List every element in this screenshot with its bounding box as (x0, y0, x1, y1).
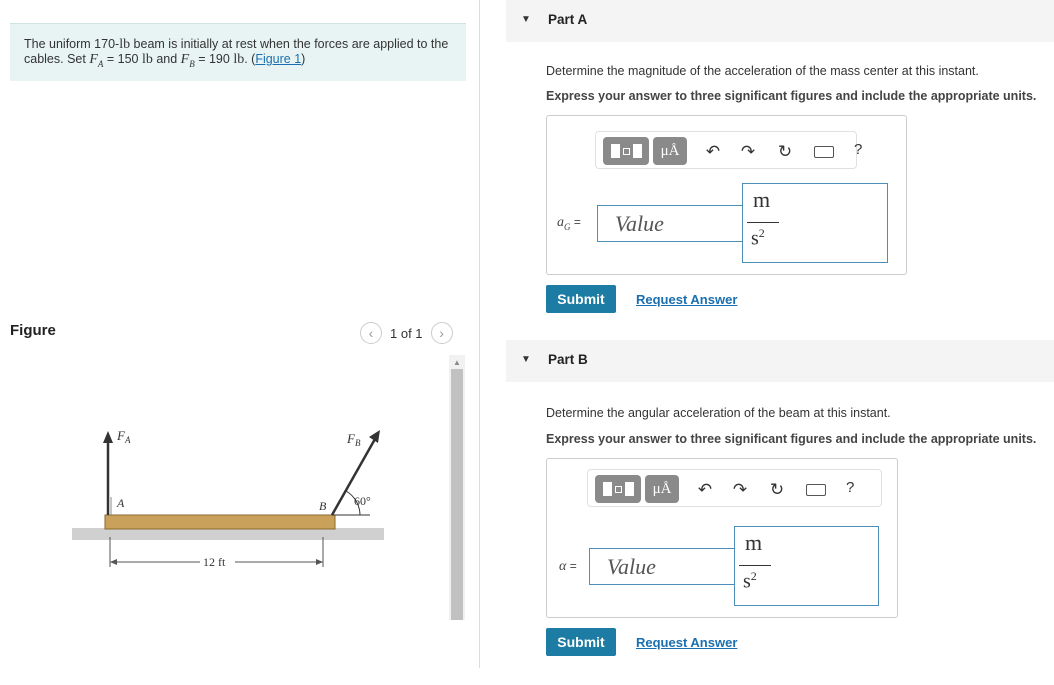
scroll-thumb[interactable] (451, 369, 463, 620)
unit-lb: lb (233, 52, 245, 67)
unit-denominator: s2 (743, 569, 757, 593)
fb-symbol: FB (180, 52, 195, 69)
pager-label: 1 of 1 (390, 325, 423, 341)
chevron-left-icon[interactable]: ‹ (360, 322, 382, 344)
point-b-label: B (319, 499, 327, 513)
figure-scrollbar[interactable]: ▲ (449, 355, 465, 620)
figure-link[interactable]: Figure 1 (255, 52, 301, 66)
dim-arrow-left (110, 559, 117, 565)
problem-text: ) (301, 52, 306, 66)
unit-input[interactable]: m s2 (734, 526, 879, 606)
redo-icon[interactable]: ↷ (739, 142, 757, 162)
problem-text: = 150 (103, 52, 142, 66)
redo-icon[interactable]: ↷ (731, 480, 749, 500)
part-a-title: Part A (548, 12, 588, 27)
help-icon[interactable]: ? (854, 141, 862, 158)
ground (72, 528, 384, 540)
unit-denominator: s2 (751, 226, 765, 250)
collapse-triangle-icon[interactable]: ▼ (521, 354, 531, 365)
figure-heading: Figure (10, 322, 56, 339)
problem-statement: The uniform 170-lb beam is initially at … (10, 23, 466, 81)
problem-text: . ( (244, 52, 256, 66)
value-input[interactable]: Value (597, 205, 743, 242)
fa-symbol: FA (89, 52, 104, 69)
unit-lb: lb (119, 37, 131, 52)
templates-icon[interactable] (595, 475, 641, 503)
unit-lb: lb (141, 52, 153, 67)
math-toolbar: μÅ ↶ ↷ ↻ ? (587, 469, 882, 507)
scroll-up-arrow-icon[interactable]: ▲ (449, 355, 465, 369)
part-a-header[interactable]: ▼ Part A (506, 0, 1054, 42)
fa-label: FA (116, 428, 131, 445)
fraction-bar (747, 222, 779, 223)
alpha-variable: α = (559, 559, 577, 574)
units-icon[interactable]: μÅ (645, 475, 679, 503)
unit-input[interactable]: m s2 (742, 183, 888, 263)
request-answer-link[interactable]: Request Answer (636, 292, 737, 307)
ag-variable: aG = (557, 215, 581, 232)
beam-figure: FA FB A B 60° 12 ft (72, 428, 384, 569)
submit-button[interactable]: Submit (546, 285, 616, 313)
figure-pager: ‹ 1 of 1 › (360, 322, 453, 344)
point-a-label: A (116, 496, 125, 510)
chevron-right-icon[interactable]: › (430, 322, 453, 344)
part-a-answer-box: μÅ ↶ ↷ ↻ ? aG = Value m s2 (546, 115, 907, 275)
dim-arrow-right (316, 559, 323, 565)
fb-label: FB (346, 431, 361, 448)
part-a-instruction: Express your answer to three significant… (546, 89, 1037, 103)
angle-label: 60° (354, 494, 371, 508)
submit-button[interactable]: Submit (546, 628, 616, 656)
fraction-bar (739, 565, 771, 566)
keyboard-icon[interactable] (806, 484, 826, 496)
help-icon[interactable]: ? (846, 479, 854, 496)
problem-text: The uniform 170- (24, 37, 120, 51)
length-label: 12 ft (203, 555, 226, 569)
reset-icon[interactable]: ↻ (768, 480, 786, 500)
value-input[interactable]: Value (589, 548, 735, 585)
reset-icon[interactable]: ↻ (776, 142, 794, 162)
collapse-triangle-icon[interactable]: ▼ (521, 14, 531, 25)
problem-text: and (152, 52, 181, 66)
undo-icon[interactable]: ↶ (696, 480, 714, 500)
units-icon[interactable]: μÅ (653, 137, 687, 165)
undo-icon[interactable]: ↶ (704, 142, 722, 162)
part-b-question: Determine the angular acceleration of th… (546, 406, 891, 420)
templates-icon[interactable] (603, 137, 649, 165)
unit-numerator: m (745, 530, 763, 555)
unit-numerator: m (753, 187, 771, 212)
fa-arrowhead (103, 431, 113, 443)
column-divider (479, 0, 480, 668)
request-answer-link[interactable]: Request Answer (636, 635, 737, 650)
beam (104, 514, 336, 530)
math-toolbar: μÅ ↶ ↷ ↻ ? (595, 131, 862, 169)
keyboard-icon[interactable] (814, 146, 834, 158)
part-b-title: Part B (548, 352, 588, 367)
part-b-header[interactable]: ▼ Part B (506, 340, 1054, 382)
part-b-answer-box: μÅ ↶ ↷ ↻ ? α = Value m s2 (546, 458, 898, 618)
part-b-instruction: Express your answer to three significant… (546, 432, 1037, 446)
part-a-question: Determine the magnitude of the accelerat… (546, 64, 979, 78)
problem-text: = 190 (194, 52, 234, 66)
